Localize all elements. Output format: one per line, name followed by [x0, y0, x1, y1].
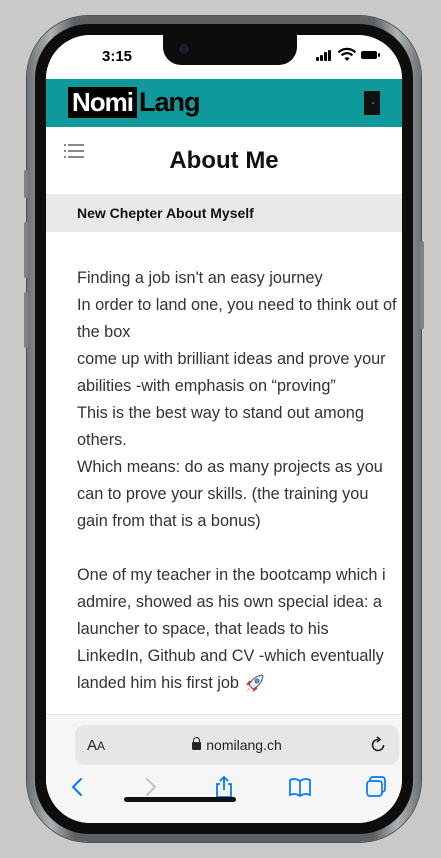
bookmarks-icon[interactable] [288, 775, 312, 799]
browser-bottom-bar: AA nomilang.ch [46, 714, 402, 823]
share-icon[interactable] [212, 775, 236, 799]
mute-switch [24, 170, 28, 198]
section-heading: New Chepter About Myself [77, 205, 254, 221]
logo-part-lang: Lang [139, 87, 200, 117]
paragraph-line: One of my teacher in the bootcamp which … [77, 562, 397, 697]
phone-frame: 3:15 Nomi Lang About Me New Chepter Abou… [24, 16, 424, 842]
notch [163, 35, 297, 65]
lock-icon [192, 737, 202, 750]
volume-down-button [24, 292, 28, 348]
app-header-bar: Nomi Lang [46, 79, 402, 127]
article-content: Finding a job isn't an easy journey In o… [77, 265, 397, 697]
volume-up-button [24, 222, 28, 278]
back-icon[interactable] [66, 775, 90, 799]
paragraph-line: come up with brilliant ideas and prove y… [77, 350, 386, 395]
nomilang-logo[interactable]: Nomi Lang [68, 87, 200, 118]
door-exit-icon[interactable] [364, 91, 380, 115]
paragraph-text: One of my teacher in the bootcamp which … [77, 566, 386, 692]
phone-bezel: 3:15 Nomi Lang About Me New Chepter Abou… [35, 24, 413, 834]
logo-part-nomi: Nomi [68, 87, 137, 118]
status-time: 3:15 [102, 48, 133, 65]
address-bar[interactable]: AA nomilang.ch [75, 725, 399, 765]
power-button [420, 241, 424, 329]
phone-screen: 3:15 Nomi Lang About Me New Chepter Abou… [46, 35, 402, 823]
reload-icon[interactable] [369, 736, 387, 754]
paragraph-line: In order to land one, you need to think … [77, 296, 397, 341]
paragraph-line: Finding a job isn't an easy journey [77, 269, 323, 287]
tabs-icon[interactable] [364, 775, 388, 799]
forward-icon[interactable] [138, 775, 162, 799]
home-indicator [124, 797, 236, 802]
cellular-signal-icon [316, 49, 334, 63]
section-heading-bar: New Chepter About Myself [46, 194, 402, 232]
camera [179, 44, 189, 54]
url-display[interactable]: nomilang.ch [75, 737, 399, 753]
paragraph-line: Which means: do as many projects as you … [77, 458, 383, 530]
paragraph-line: This is the best way to stand out among … [77, 404, 364, 449]
battery-icon [361, 51, 380, 59]
page-title: About Me [169, 147, 279, 174]
rocket-icon [246, 674, 264, 692]
url-text: nomilang.ch [206, 737, 282, 753]
page-header: About Me [46, 127, 402, 193]
wifi-icon [337, 47, 357, 61]
